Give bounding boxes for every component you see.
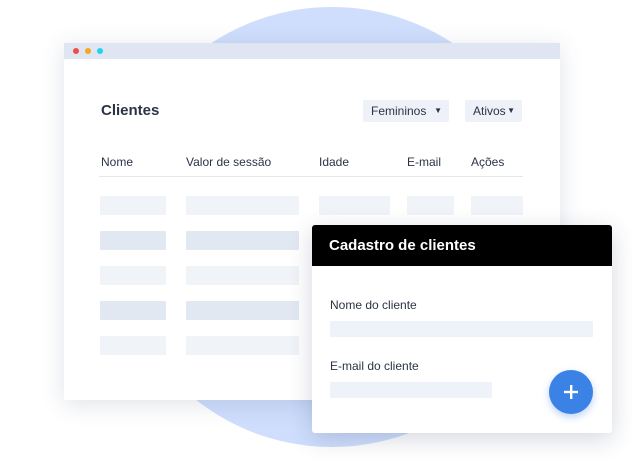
table-cell-placeholder: [186, 336, 299, 355]
column-header-name[interactable]: Nome: [101, 155, 133, 169]
window-titlebar: [64, 43, 560, 59]
table-cell-placeholder: [186, 196, 299, 215]
table-cell-placeholder: [319, 196, 390, 215]
add-client-button[interactable]: [549, 370, 593, 414]
client-registration-dialog: Cadastro de clientes Nome do cliente E-m…: [312, 225, 612, 433]
table-header-divider: [99, 176, 523, 177]
column-header-actions[interactable]: Ações: [471, 155, 504, 169]
column-header-age[interactable]: Idade: [319, 155, 349, 169]
status-filter-label: Ativos: [473, 104, 506, 118]
page-title: Clientes: [101, 102, 160, 119]
table-cell-placeholder: [100, 266, 166, 285]
client-email-input[interactable]: [330, 382, 492, 398]
client-name-label: Nome do cliente: [330, 298, 417, 312]
status-filter-dropdown[interactable]: Ativos ▼: [465, 100, 522, 122]
chevron-down-icon: ▼: [507, 106, 515, 115]
table-cell-placeholder: [100, 231, 166, 250]
plus-icon: [564, 385, 578, 399]
table-cell-placeholder: [186, 231, 299, 250]
chevron-down-icon: ▼: [434, 106, 442, 115]
gender-filter-dropdown[interactable]: Femininos ▼: [363, 100, 449, 122]
client-email-label: E-mail do cliente: [330, 359, 419, 373]
table-cell-placeholder: [186, 266, 299, 285]
table-cell-placeholder: [100, 336, 166, 355]
table-cell-placeholder: [100, 196, 166, 215]
table-cell-placeholder: [100, 301, 166, 320]
close-window-dot[interactable]: [73, 48, 79, 54]
dialog-title: Cadastro de clientes: [312, 225, 612, 266]
column-header-session-value[interactable]: Valor de sessão: [186, 155, 271, 169]
table-cell-placeholder: [186, 301, 299, 320]
column-header-email[interactable]: E-mail: [407, 155, 441, 169]
maximize-window-dot[interactable]: [97, 48, 103, 54]
gender-filter-label: Femininos: [371, 104, 427, 118]
minimize-window-dot[interactable]: [85, 48, 91, 54]
client-name-input[interactable]: [330, 321, 593, 337]
table-cell-placeholder: [407, 196, 454, 215]
table-cell-placeholder: [471, 196, 523, 215]
